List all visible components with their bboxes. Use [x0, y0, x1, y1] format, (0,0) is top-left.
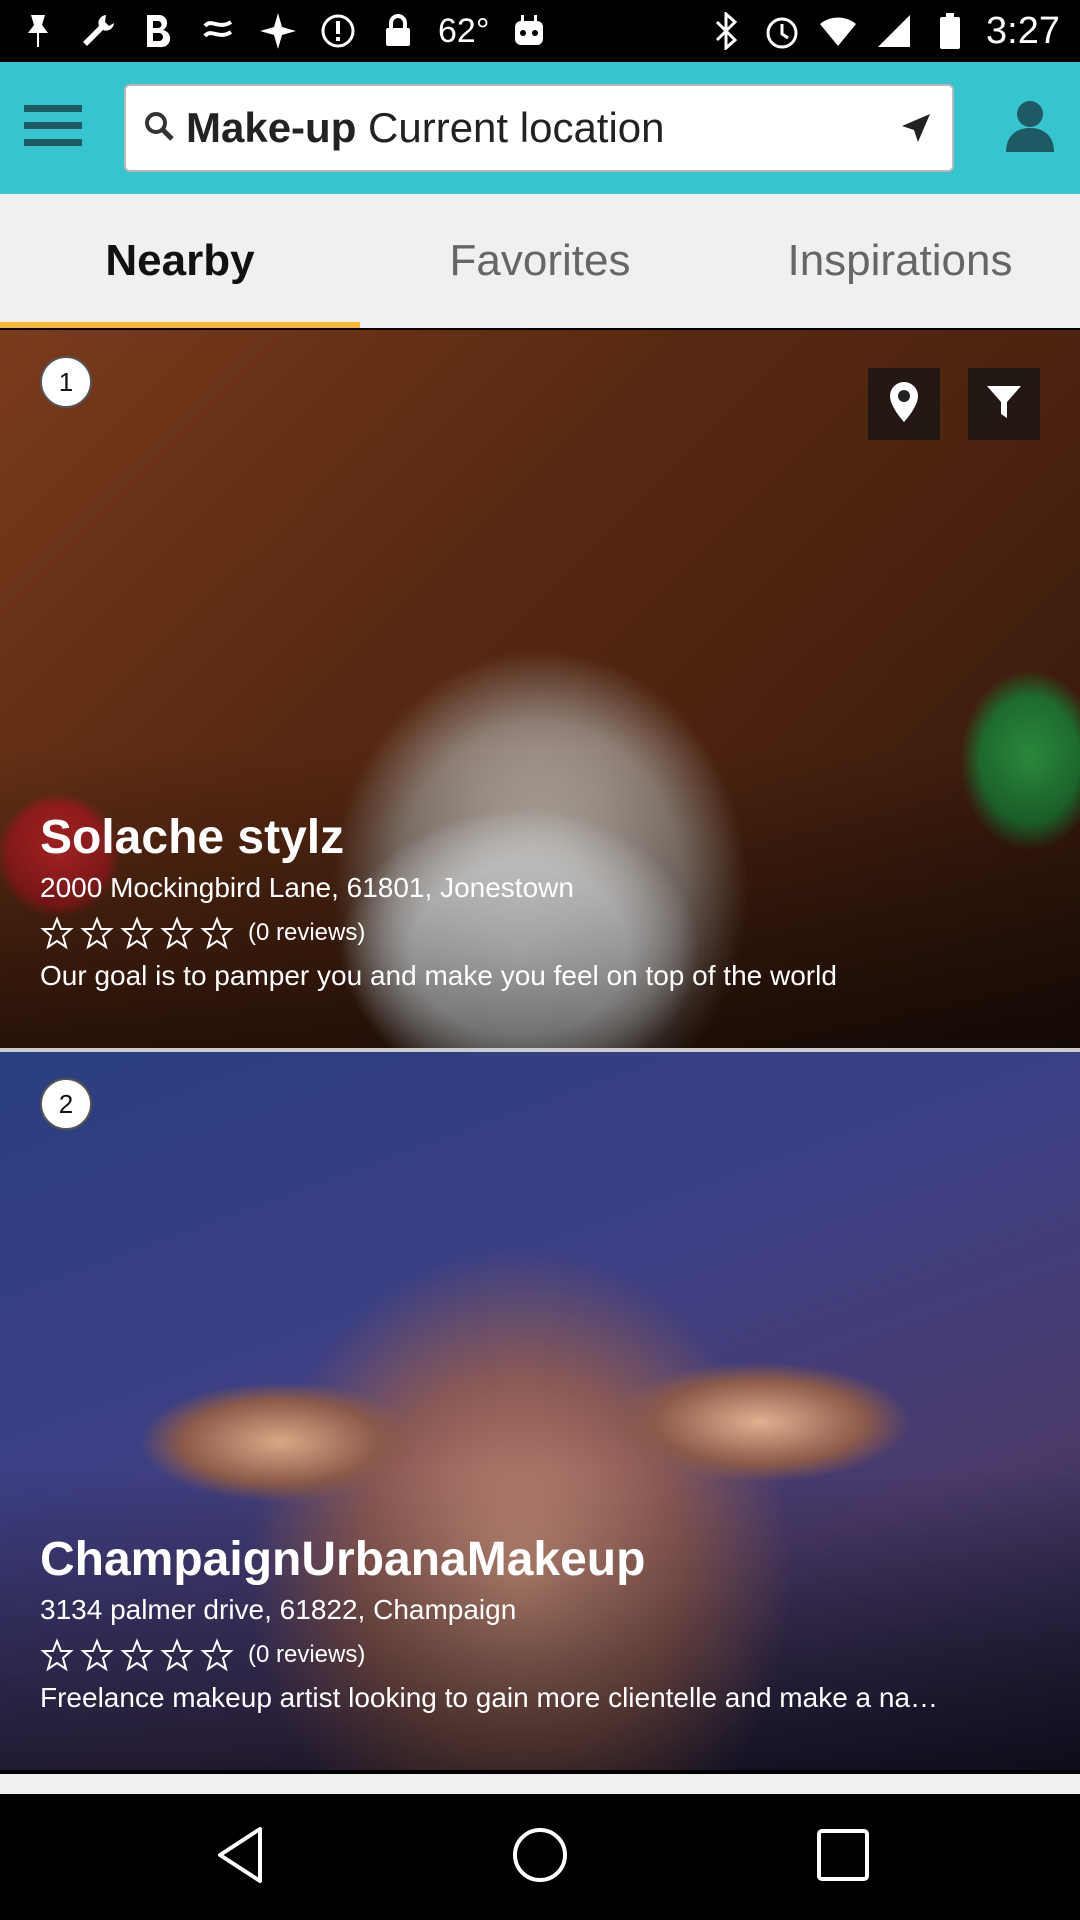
location-arrow-icon[interactable]: [896, 108, 936, 148]
wrench-icon: [78, 11, 118, 51]
android-icon: [509, 11, 549, 51]
rank-badge: 2: [40, 1078, 92, 1130]
listing-address: 3134 palmer drive, 61822, Champaign: [40, 1594, 517, 1625]
star-icon: [200, 1638, 234, 1672]
lock-icon: [378, 11, 418, 51]
star-rating: (0 reviews): [40, 1638, 365, 1672]
recents-icon: [815, 1827, 871, 1888]
top-bar: Make-up Current location: [0, 62, 1080, 194]
next-listing-edge: [0, 1774, 1080, 1794]
alarm-icon: [762, 11, 802, 51]
star-icon: [200, 916, 234, 950]
temperature-text: 62°: [438, 11, 490, 50]
review-count: (0 reviews): [248, 919, 366, 946]
review-count: (0 reviews): [248, 1641, 366, 1668]
star-icon: [40, 1638, 74, 1672]
pin-icon: [18, 11, 58, 51]
back-icon: [212, 1825, 268, 1890]
system-nav-bar: [0, 1794, 1080, 1920]
map-button[interactable]: [868, 368, 940, 440]
search-input[interactable]: Make-up Current location: [124, 84, 954, 172]
star-icon: [160, 1638, 194, 1672]
listing-address: 2000 Mockingbird Lane, 61801, Jonestown: [40, 872, 574, 903]
filter-button[interactable]: [968, 368, 1040, 440]
search-category: Make-up: [186, 104, 357, 151]
star-rating: (0 reviews): [40, 916, 365, 950]
star-icon: [80, 1638, 114, 1672]
fake-gps-icon: [258, 11, 298, 51]
listing-description: Our goal is to pamper you and make you f…: [40, 960, 837, 991]
bluetooth-icon: [706, 11, 746, 51]
swipe-icon: [198, 11, 238, 51]
tab-bar: Nearby Favorites Inspirations: [0, 194, 1080, 328]
map-pin-icon: [887, 380, 921, 429]
info-icon: [318, 11, 358, 51]
star-icon: [160, 916, 194, 950]
clock-text: 3:27: [986, 9, 1060, 52]
profile-button[interactable]: [992, 84, 1068, 172]
listing-name: Solache stylz: [40, 811, 345, 864]
star-icon: [40, 916, 74, 950]
search-location: Current location: [368, 104, 665, 151]
home-icon: [510, 1825, 570, 1890]
listing-card[interactable]: 1 Solache stylz 2000 Mockingbird Lane, 6…: [0, 330, 1080, 1048]
star-icon: [80, 916, 114, 950]
back-button[interactable]: [200, 1822, 280, 1892]
rank-badge: 1: [40, 356, 92, 408]
tab-favorites[interactable]: Favorites: [360, 194, 720, 328]
home-button[interactable]: [500, 1822, 580, 1892]
listing-card[interactable]: 2 ChampaignUrbanaMakeup 3134 palmer driv…: [0, 1052, 1080, 1770]
tab-inspirations[interactable]: Inspirations: [720, 194, 1080, 328]
signal-icon: [874, 11, 914, 51]
listing-name: ChampaignUrbanaMakeup: [40, 1533, 646, 1586]
wifi-icon: [818, 11, 858, 51]
hamburger-menu-icon: [24, 103, 82, 154]
filter-icon: [985, 382, 1023, 427]
tab-nearby[interactable]: Nearby: [0, 194, 360, 328]
recents-button[interactable]: [803, 1822, 883, 1892]
search-icon: [144, 111, 174, 146]
status-bar: 62° 3:27: [0, 0, 1080, 62]
star-icon: [120, 916, 154, 950]
search-query: Make-up Current location: [186, 104, 665, 152]
star-icon: [120, 1638, 154, 1672]
battery-icon: [930, 11, 970, 51]
user-icon: [1004, 98, 1056, 159]
listing-description: Freelance makeup artist looking to gain …: [40, 1682, 939, 1713]
bold-icon: [138, 11, 178, 51]
menu-button[interactable]: [8, 86, 98, 170]
